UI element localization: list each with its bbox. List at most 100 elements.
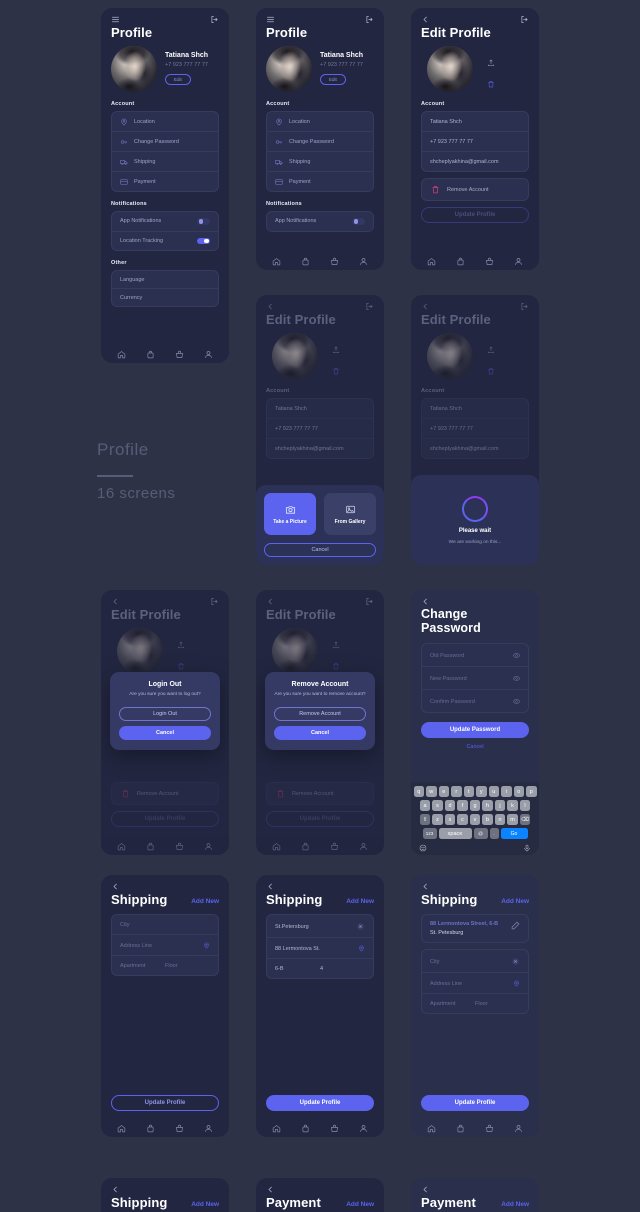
cancel-button[interactable]: Cancel (264, 543, 376, 557)
bag-icon[interactable] (456, 1124, 465, 1133)
chevron-left-icon[interactable] (421, 882, 430, 891)
email-field[interactable]: shcheplyakhina@gmail.com (267, 439, 373, 458)
upload-icon[interactable] (487, 346, 495, 354)
emoji-icon[interactable] (419, 844, 427, 852)
city-field[interactable]: St.Petersburg (267, 915, 373, 938)
toggle-row-location-tracking[interactable]: Location Tracking (112, 232, 218, 251)
phone-field[interactable]: +7 923 777 77 77 (422, 419, 528, 439)
key-v[interactable]: v (469, 814, 481, 825)
key-l[interactable]: l (519, 800, 531, 811)
add-new-button[interactable]: Add New (191, 898, 219, 907)
location-pin-icon[interactable] (203, 942, 210, 949)
key-f[interactable]: f (457, 800, 468, 811)
email-field[interactable]: shcheplyakhina@gmail.com (422, 439, 528, 458)
take-picture-button[interactable]: Take a Picture (264, 493, 316, 535)
menu-item-shipping[interactable]: Shipping (112, 152, 218, 172)
key-g[interactable]: g (469, 800, 481, 811)
menu-item-shipping[interactable]: Shipping (267, 152, 373, 172)
eye-icon[interactable] (513, 652, 520, 659)
toggle-row-app-notifications[interactable]: App Notifications (112, 212, 218, 232)
person-icon[interactable] (514, 1124, 523, 1133)
home-icon[interactable] (117, 350, 126, 359)
home-icon[interactable] (427, 257, 436, 266)
old-password-field[interactable]: Old Password (422, 644, 528, 667)
at-key[interactable]: @ (473, 828, 488, 839)
apartment-placeholder[interactable]: Apartment (430, 1001, 475, 1007)
remove-account-row[interactable]: Remove Account (421, 178, 529, 201)
person-icon[interactable] (204, 842, 213, 851)
space-key[interactable]: space (438, 828, 472, 839)
chevron-left-icon[interactable] (111, 882, 120, 891)
trash-icon[interactable] (487, 367, 495, 375)
add-new-button[interactable]: Add New (501, 898, 529, 907)
logout-icon[interactable] (365, 15, 374, 24)
update-profile-button[interactable]: Update Profile (111, 1095, 219, 1111)
apartment-placeholder[interactable]: Apartment (120, 963, 165, 969)
phone-field[interactable]: +7 923 777 77 77 (422, 132, 528, 152)
key-w[interactable]: w (426, 786, 437, 797)
basket-icon[interactable] (175, 350, 184, 359)
menu-item-change-password[interactable]: Change Password (112, 132, 218, 152)
microphone-icon[interactable] (523, 844, 531, 852)
menu-item-location[interactable]: Location (112, 112, 218, 132)
remove-account-row[interactable]: Remove Account (266, 782, 374, 805)
chevron-left-icon[interactable] (421, 15, 430, 24)
chevron-left-icon[interactable] (421, 597, 430, 606)
address-line-field[interactable]: 88 Lermontova St. (267, 938, 373, 959)
floor-placeholder[interactable]: Floor (475, 1001, 520, 1007)
key-r[interactable]: r (451, 786, 462, 797)
app-notifications-toggle[interactable] (352, 218, 365, 225)
add-new-button[interactable]: Add New (191, 1201, 219, 1210)
period-key[interactable]: . (489, 828, 499, 839)
chevron-left-icon[interactable] (266, 1185, 275, 1194)
floor-placeholder[interactable]: Floor (165, 963, 210, 969)
city-field[interactable]: City (422, 950, 528, 973)
key-o[interactable]: o (513, 786, 524, 797)
person-icon[interactable] (359, 257, 368, 266)
key-a[interactable]: a (419, 800, 431, 811)
key-c[interactable]: c (457, 814, 468, 825)
edit-pencil-icon[interactable] (511, 921, 520, 930)
basket-icon[interactable] (330, 842, 339, 851)
confirm-password-field[interactable]: Confirm Password (422, 690, 528, 712)
edit-profile-button[interactable]: Edit (165, 74, 191, 85)
menu-item-payment[interactable]: Payment (112, 172, 218, 191)
chevron-left-icon[interactable] (266, 882, 275, 891)
add-new-button[interactable]: Add New (346, 898, 374, 907)
key-j[interactable]: j (494, 800, 506, 811)
person-icon[interactable] (359, 1124, 368, 1133)
logout-icon[interactable] (210, 597, 219, 606)
toggle-row-app-notifications[interactable]: App Notifications (267, 212, 373, 231)
apartment-value[interactable]: 6-B (275, 966, 320, 972)
shift-key[interactable]: ⇧ (419, 814, 431, 825)
chevron-left-icon[interactable] (421, 302, 430, 311)
home-icon[interactable] (272, 257, 281, 266)
basket-icon[interactable] (485, 1124, 494, 1133)
address-line-field[interactable]: Address Line (112, 935, 218, 956)
trash-icon[interactable] (332, 367, 340, 375)
location-tracking-toggle[interactable] (197, 237, 210, 244)
clear-icon[interactable] (356, 922, 365, 931)
key-n[interactable]: n (494, 814, 506, 825)
logout-confirm-button[interactable]: Login Out (119, 706, 211, 721)
key-k[interactable]: k (507, 800, 518, 811)
key-p[interactable]: p (526, 786, 537, 797)
add-new-button[interactable]: Add New (346, 1201, 374, 1210)
new-password-field[interactable]: New Password (422, 667, 528, 690)
remove-account-row[interactable]: Remove Account (111, 782, 219, 805)
trash-icon[interactable] (332, 662, 340, 670)
floor-value[interactable]: 4 (320, 966, 365, 972)
app-notifications-toggle[interactable] (197, 218, 210, 225)
upload-icon[interactable] (332, 346, 340, 354)
bag-icon[interactable] (301, 1124, 310, 1133)
person-icon[interactable] (359, 842, 368, 851)
menu-item-payment[interactable]: Payment (267, 172, 373, 191)
bag-icon[interactable] (456, 257, 465, 266)
city-field[interactable]: City (112, 915, 218, 935)
bag-icon[interactable] (146, 1124, 155, 1133)
basket-icon[interactable] (330, 257, 339, 266)
name-field[interactable]: Tatiana Shch (267, 399, 373, 419)
email-field[interactable]: shcheplyakhina@gmail.com (422, 152, 528, 171)
update-profile-button[interactable]: Update Profile (111, 811, 219, 827)
home-icon[interactable] (117, 842, 126, 851)
